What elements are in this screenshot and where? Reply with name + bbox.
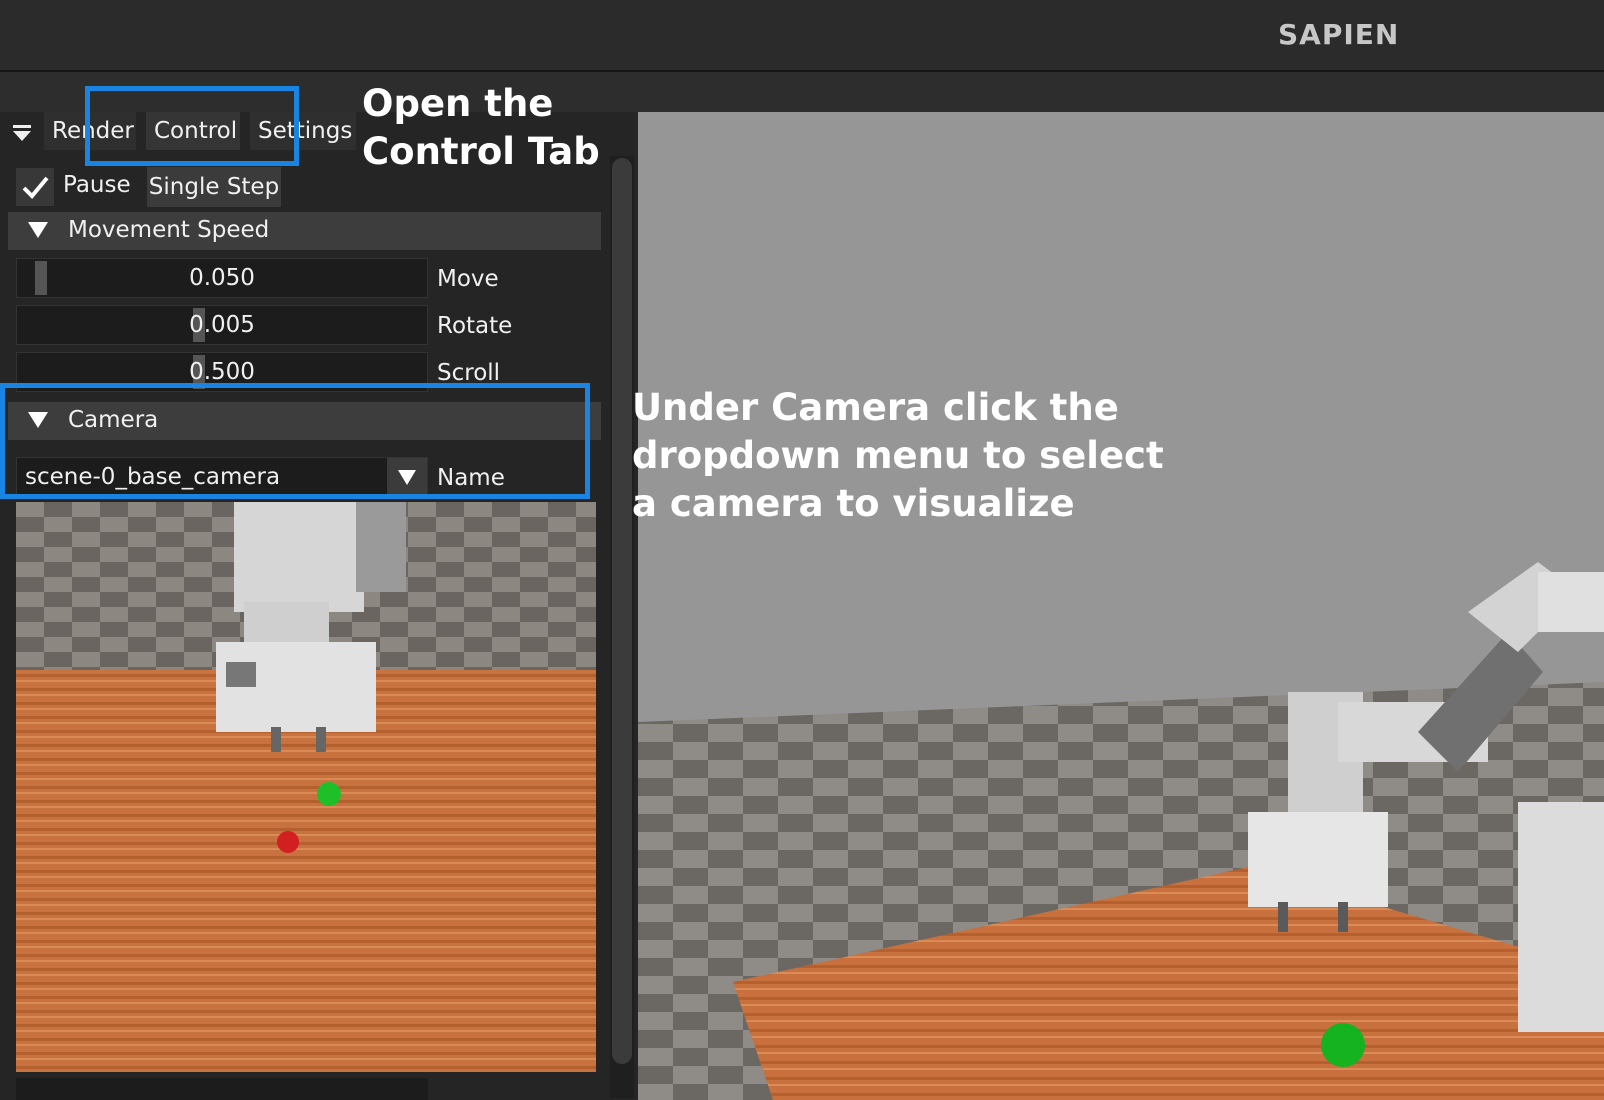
check-icon (22, 176, 49, 199)
movement-speed-header[interactable]: Movement Speed (8, 212, 601, 250)
camera-preview (16, 502, 596, 1072)
control-panel: Render Control Settings Pause Single Ste… (0, 112, 636, 1100)
dropdown-arrow-button[interactable] (387, 458, 427, 496)
collapse-triangle-icon (28, 412, 48, 428)
tab-control[interactable]: Control (146, 112, 240, 150)
camera-name-label: Name (437, 465, 505, 491)
rotate-speed-label: Rotate (437, 313, 513, 339)
scroll-speed-label: Scroll (437, 360, 501, 386)
camera-hint-line-1: Under Camera click the (632, 386, 1119, 429)
camera-hint-line-3: a camera to visualize (632, 482, 1075, 525)
camera-title: Camera (68, 407, 159, 433)
camera-header[interactable]: Camera (8, 402, 601, 440)
menu-strip (0, 72, 1604, 112)
rotate-speed-slider[interactable]: 0.005 (16, 305, 428, 345)
tab-settings[interactable]: Settings (250, 112, 356, 150)
rotate-speed-value: 0.005 (189, 312, 255, 338)
pause-label: Pause (63, 172, 131, 198)
tab-hint-line-1: Open the (362, 82, 554, 125)
camera-selected-value: scene-0_base_camera (25, 464, 281, 490)
camera-select-dropdown[interactable]: scene-0_base_camera (16, 457, 428, 497)
window-title: SAPIEN (1278, 18, 1400, 51)
tab-hint-line-2: Control Tab (362, 130, 600, 173)
scene-viewport[interactable] (638, 112, 1604, 1100)
collapse-menu-icon[interactable] (10, 119, 36, 149)
preview-slider[interactable] (16, 1078, 428, 1100)
camera-hint-line-2: dropdown menu to select (632, 434, 1164, 477)
single-step-button[interactable]: Single Step (147, 167, 281, 207)
tab-render[interactable]: Render (44, 112, 136, 150)
movement-speed-title: Movement Speed (68, 217, 270, 243)
camera-preview-image (16, 502, 596, 1072)
pause-checkbox[interactable] (16, 168, 54, 206)
camera-hint-annotation: Under Camera click the dropdown menu to … (632, 384, 1164, 528)
move-speed-label: Move (437, 266, 499, 292)
move-speed-slider[interactable]: 0.050 (16, 258, 428, 298)
tab-hint-annotation: Open the Control Tab (362, 80, 600, 176)
window-titlebar: SAPIEN (0, 0, 1604, 72)
scroll-speed-slider[interactable]: 0.500 (16, 352, 428, 392)
panel-scrollbar-thumb[interactable] (612, 158, 632, 1064)
collapse-triangle-icon (28, 222, 48, 238)
scroll-speed-value: 0.500 (189, 359, 255, 385)
chevron-down-icon (398, 470, 416, 485)
move-speed-value: 0.050 (189, 265, 255, 291)
scene-render (638, 112, 1604, 1100)
